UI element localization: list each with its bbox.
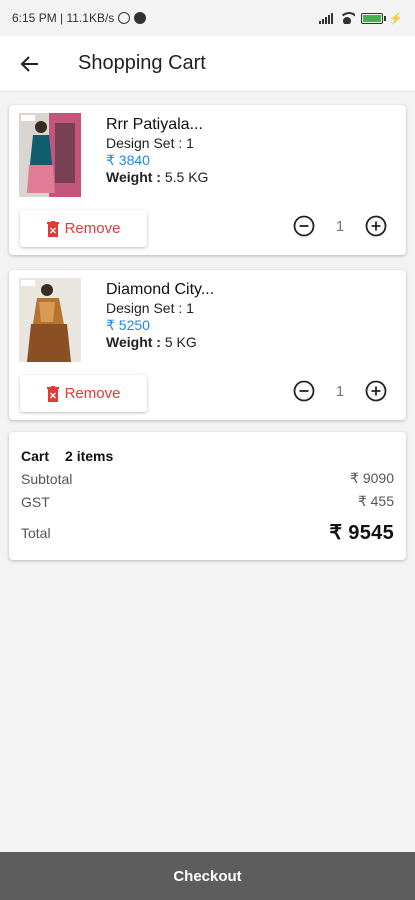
plus-circle-icon <box>365 215 387 237</box>
remove-label: Remove <box>64 385 121 402</box>
quantity-stepper: 1 <box>293 380 387 402</box>
decrease-quantity-button[interactable] <box>293 215 315 237</box>
total-value: ₹ 9545 <box>329 522 394 544</box>
battery-icon <box>361 12 387 24</box>
remove-button[interactable]: Remove <box>20 210 147 247</box>
design-set-value: 1 <box>186 300 194 316</box>
weight-label: Weight : <box>106 334 165 350</box>
charging-icon: ⚡ <box>389 12 403 25</box>
increase-quantity-button[interactable] <box>365 380 387 402</box>
app-bar: Shopping Cart <box>0 36 415 92</box>
back-button[interactable] <box>2 36 58 92</box>
cart-summary-card: Cart 2 items Subtotal ₹ 9090 GST ₹ 455 To… <box>9 432 406 560</box>
trash-icon <box>46 385 59 402</box>
page-title: Shopping Cart <box>78 52 206 74</box>
weight-label: Weight : <box>106 169 165 185</box>
weight-value: 5 KG <box>164 334 197 350</box>
remove-button[interactable]: Remove <box>20 375 147 412</box>
subtotal-value: ₹ 9090 <box>350 470 394 486</box>
cart-label: Cart <box>21 448 50 464</box>
minus-circle-icon <box>293 215 315 237</box>
plus-circle-icon <box>365 380 387 402</box>
product-image <box>19 113 81 197</box>
quantity-value: 1 <box>335 382 345 400</box>
subtotal-label: Subtotal <box>21 470 73 487</box>
cart-item-card: Diamond City... Design Set : 1 ₹ 5250 We… <box>9 270 406 420</box>
quantity-stepper: 1 <box>293 215 387 237</box>
product-image <box>19 278 81 362</box>
app-notification-icon <box>134 12 147 24</box>
design-set-value: 1 <box>186 135 194 151</box>
checkout-button[interactable]: Checkout <box>0 852 415 900</box>
cart-item-card: Rrr Patiyala... Design Set : 1 ₹ 3840 We… <box>9 105 406 255</box>
arrow-left-icon <box>20 55 38 72</box>
quantity-value: 1 <box>335 217 345 235</box>
total-label: Total <box>21 524 51 541</box>
product-price: ₹ 5250 <box>106 317 150 333</box>
gst-label: GST <box>21 493 50 510</box>
product-price: ₹ 3840 <box>106 152 150 168</box>
design-set-label: Design Set : <box>106 300 187 316</box>
signal-icon <box>319 12 334 24</box>
wifi-icon <box>339 12 356 24</box>
trash-icon <box>46 220 59 237</box>
cart-item-count: 2 items <box>65 448 114 464</box>
design-set-label: Design Set : <box>106 135 187 151</box>
remove-label: Remove <box>64 220 121 237</box>
weight-value: 5.5 KG <box>164 169 209 185</box>
increase-quantity-button[interactable] <box>365 215 387 237</box>
decrease-quantity-button[interactable] <box>293 380 315 402</box>
product-name: Diamond City... <box>106 281 215 298</box>
minus-circle-icon <box>293 380 315 402</box>
gst-value: ₹ 455 <box>357 493 394 509</box>
alarm-icon <box>118 12 131 24</box>
status-bar: 6:15 PM | 11.1KB/s ⚡ <box>0 0 415 36</box>
checkout-label: Checkout <box>173 867 242 885</box>
product-name: Rrr Patiyala... <box>106 116 203 133</box>
status-time: 6:15 PM | 11.1KB/s <box>12 11 115 25</box>
